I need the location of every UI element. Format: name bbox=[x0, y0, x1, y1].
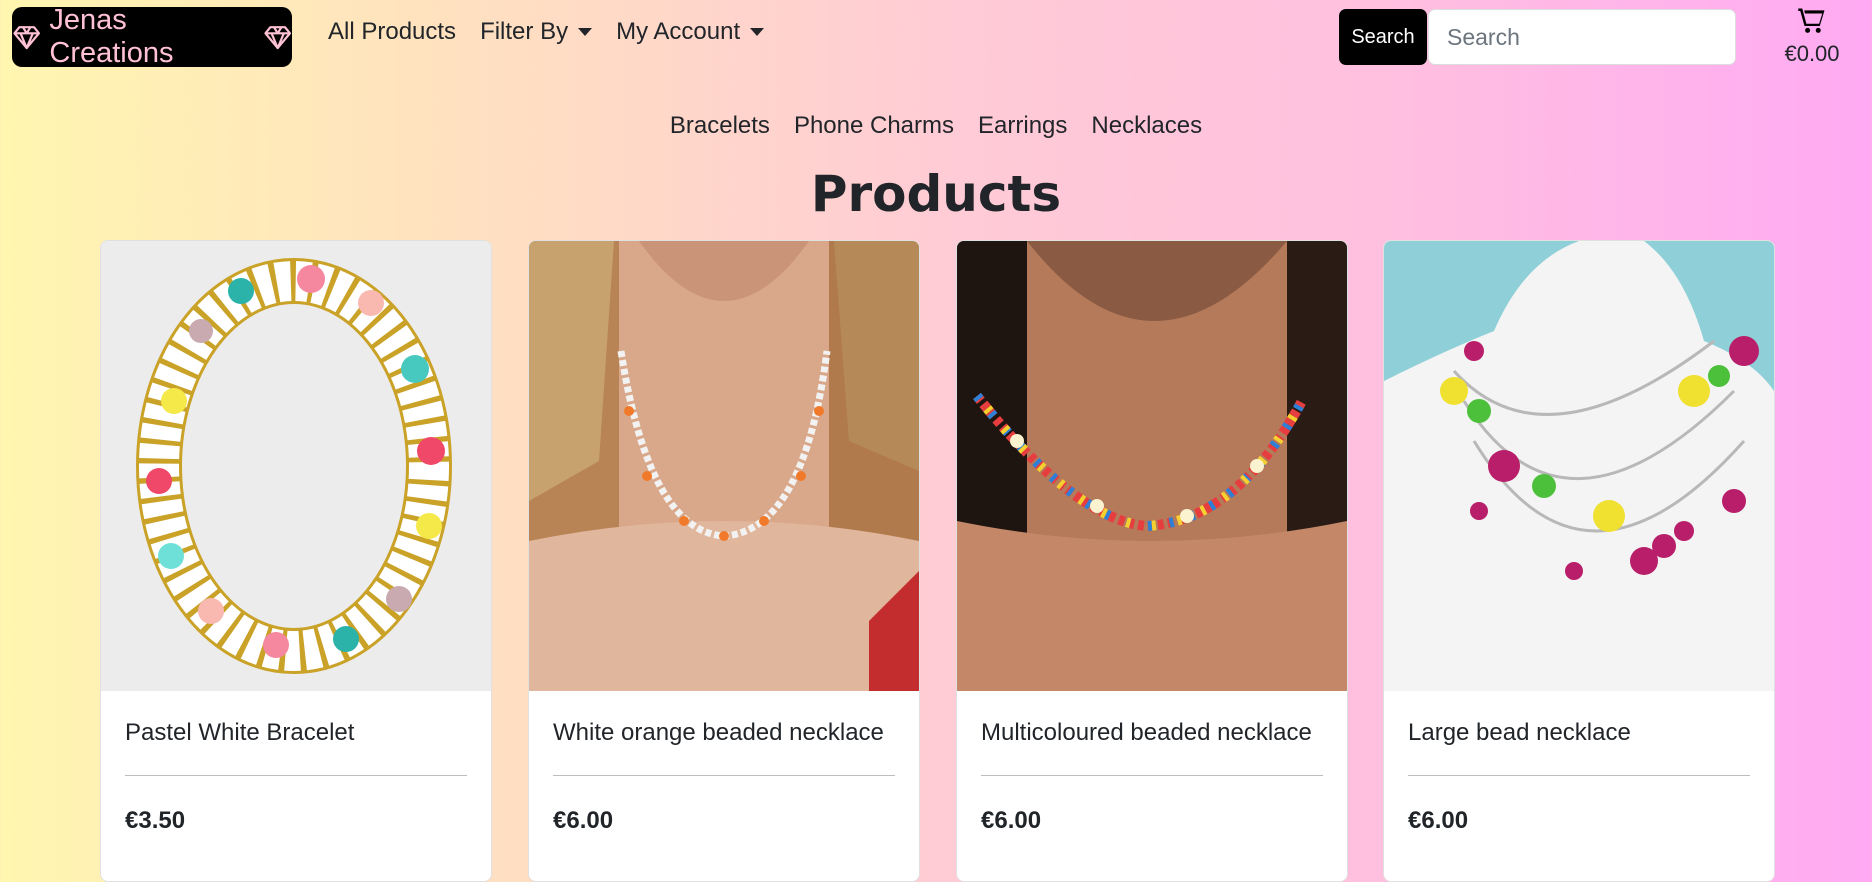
product-price: €6.00 bbox=[553, 807, 614, 834]
category-link-earrings[interactable]: Earrings bbox=[978, 112, 1067, 140]
divider bbox=[125, 775, 467, 776]
divider bbox=[981, 775, 1323, 776]
divider bbox=[1408, 775, 1750, 776]
product-price: €3.50 bbox=[125, 807, 186, 834]
product-price: €6.00 bbox=[1408, 807, 1469, 834]
nav-all-products[interactable]: All Products bbox=[328, 18, 456, 46]
chevron-down-icon bbox=[750, 28, 765, 36]
product-image[interactable] bbox=[529, 241, 919, 691]
product-name[interactable]: White orange beaded necklace bbox=[553, 719, 884, 747]
product-card[interactable]: White orange beaded necklace €6.00 bbox=[528, 240, 920, 882]
shopping-cart-icon bbox=[1798, 8, 1825, 33]
cart-link[interactable]: €0.00 bbox=[1770, 6, 1854, 67]
chevron-down-icon bbox=[578, 28, 593, 36]
search-button[interactable]: Search bbox=[1339, 9, 1427, 65]
main-nav: All Products Filter By My Account bbox=[328, 18, 765, 46]
product-name[interactable]: Large bead necklace bbox=[1408, 719, 1631, 747]
product-name[interactable]: Multicoloured beaded necklace bbox=[981, 719, 1312, 747]
diamond-icon bbox=[13, 26, 41, 50]
nav-filter-by-label: Filter By bbox=[480, 18, 569, 45]
cart-total: €0.00 bbox=[1784, 41, 1840, 66]
product-name[interactable]: Pastel White Bracelet bbox=[125, 719, 354, 747]
nav-filter-by-dropdown[interactable]: Filter By bbox=[480, 18, 593, 46]
category-link-phone-charms[interactable]: Phone Charms bbox=[794, 112, 954, 140]
diamond-icon bbox=[263, 26, 291, 50]
search-input[interactable] bbox=[1428, 9, 1736, 65]
product-card[interactable]: Multicoloured beaded necklace €6.00 bbox=[956, 240, 1348, 882]
nav-my-account-label: My Account bbox=[616, 18, 741, 45]
product-price: €6.00 bbox=[981, 807, 1042, 834]
product-image[interactable] bbox=[101, 241, 491, 691]
product-image[interactable] bbox=[1384, 241, 1774, 691]
product-card[interactable]: Pastel White Bracelet €3.50 bbox=[100, 240, 492, 882]
category-link-bracelets[interactable]: Bracelets bbox=[670, 112, 770, 140]
category-nav: Bracelets Phone Charms Earrings Necklace… bbox=[0, 112, 1872, 140]
brand-name: Jenas Creations bbox=[49, 4, 174, 69]
category-link-necklaces[interactable]: Necklaces bbox=[1091, 112, 1202, 140]
nav-my-account-dropdown[interactable]: My Account bbox=[616, 18, 765, 46]
product-image[interactable] bbox=[957, 241, 1347, 691]
brand-logo-link[interactable]: Jenas Creations bbox=[12, 4, 292, 69]
navbar: Jenas Creations All Products Filter By M… bbox=[0, 0, 1872, 76]
page-title: Products bbox=[810, 165, 1062, 223]
product-card[interactable]: Large bead necklace €6.00 bbox=[1383, 240, 1775, 882]
divider bbox=[553, 775, 895, 776]
